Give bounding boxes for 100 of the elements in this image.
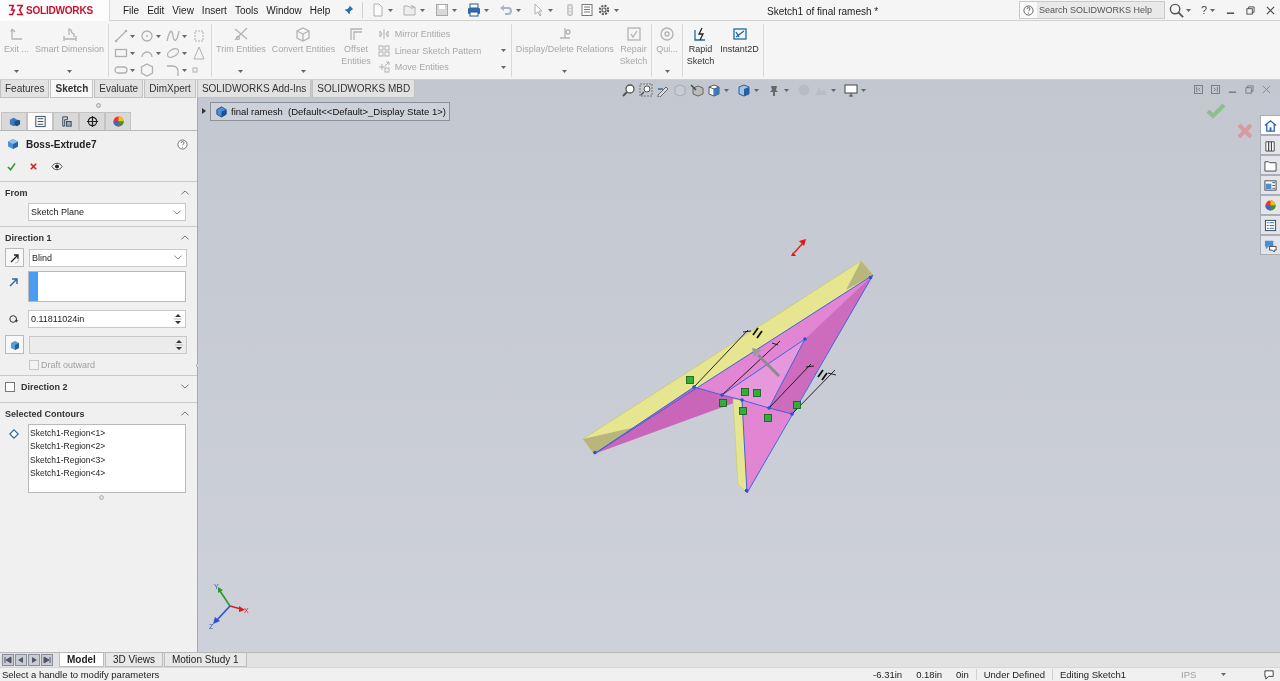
- settings-icon[interactable]: [597, 3, 612, 17]
- menu-item[interactable]: Help: [305, 0, 335, 20]
- caret-icon[interactable]: [130, 34, 136, 38]
- view-cube-icon[interactable]: [707, 83, 721, 97]
- depth-field[interactable]: 0.11811024in: [28, 310, 186, 328]
- caret-icon[interactable]: [831, 88, 836, 92]
- close-icon[interactable]: [1266, 5, 1275, 15]
- menu-item[interactable]: File: [119, 0, 144, 20]
- tag-cube-icon[interactable]: [690, 83, 704, 97]
- menu-item[interactable]: Insert: [197, 0, 231, 20]
- expand-arrow-icon[interactable]: [201, 108, 207, 114]
- pushpin-icon[interactable]: [344, 5, 355, 15]
- ribbon-button[interactable]: Rapid Sketch: [683, 24, 718, 77]
- model-tab[interactable]: Motion Study 1: [163, 653, 247, 667]
- last-arrow-icon[interactable]: [41, 654, 53, 666]
- list-item[interactable]: Sketch1-Region<2>: [30, 440, 184, 454]
- relation-marker-icon[interactable]: [686, 376, 694, 384]
- sketch-point-icon[interactable]: [744, 488, 749, 493]
- panel-left-icon[interactable]: [1194, 85, 1203, 94]
- checkbox[interactable]: [5, 381, 15, 392]
- task-pane-tab[interactable]: [1260, 155, 1280, 175]
- command-tab[interactable]: Features: [0, 80, 50, 98]
- task-pane-tab[interactable]: [1260, 235, 1280, 255]
- command-tab[interactable]: Sketch: [50, 80, 94, 98]
- menu-item[interactable]: Window: [262, 0, 306, 20]
- chat-bubble-icon[interactable]: [1264, 669, 1275, 680]
- caret-icon[interactable]: [861, 88, 866, 92]
- caret-icon[interactable]: [452, 8, 458, 12]
- search-icon[interactable]: [1168, 2, 1184, 18]
- grip-dot-icon[interactable]: [96, 102, 101, 108]
- relation-marker-icon[interactable]: [764, 414, 772, 422]
- chevron-icon[interactable]: [181, 384, 189, 389]
- help-menu-button[interactable]: ?: [1190, 4, 1210, 16]
- shaded-cube-icon[interactable]: [737, 83, 751, 97]
- caret-icon[interactable]: [1210, 8, 1215, 12]
- sketch-point-icon[interactable]: [593, 450, 597, 455]
- panel-right-icon[interactable]: [1211, 85, 1220, 94]
- dimension-line[interactable]: [693, 327, 781, 396]
- command-tab[interactable]: Evaluate: [94, 80, 144, 98]
- caret-icon[interactable]: [1221, 673, 1226, 676]
- caret-icon[interactable]: [156, 51, 162, 55]
- feature-tree-flyout[interactable]: final ramesh (Default<<Default>_Display State 1>): [210, 102, 450, 121]
- relation-marker-icon[interactable]: [719, 399, 727, 407]
- file-properties-icon[interactable]: [580, 3, 595, 17]
- menu-item[interactable]: View: [168, 0, 198, 20]
- task-pane-tab[interactable]: [1260, 215, 1280, 235]
- sketch-point-icon[interactable]: [692, 385, 696, 389]
- manager-tab[interactable]: [53, 112, 79, 130]
- caret-icon[interactable]: [182, 68, 188, 72]
- arrow-handle[interactable]: [791, 239, 806, 256]
- caret-icon[interactable]: [724, 88, 729, 92]
- eye-icon[interactable]: [51, 161, 63, 171]
- relation-marker-icon[interactable]: [739, 407, 747, 415]
- model-tab[interactable]: 3D Views: [104, 653, 163, 667]
- ribbon-button[interactable]: Instant2D: [717, 24, 762, 77]
- sketch-point-icon[interactable]: [740, 398, 744, 402]
- caret-icon[interactable]: [182, 51, 188, 55]
- caret-icon[interactable]: [754, 88, 759, 92]
- chevron-icon[interactable]: [181, 190, 189, 195]
- restore-icon[interactable]: [1245, 85, 1254, 94]
- list-item[interactable]: Sketch1-Region<4>: [30, 466, 184, 481]
- reverse-direction-button[interactable]: [5, 248, 24, 267]
- caret-icon[interactable]: [182, 34, 188, 38]
- help-circle-icon[interactable]: [177, 138, 188, 150]
- model-tab[interactable]: Model: [59, 653, 104, 667]
- caret-icon[interactable]: [388, 8, 394, 12]
- command-tab[interactable]: DimXpert: [144, 80, 196, 98]
- sketch-point-icon[interactable]: [767, 406, 771, 410]
- close-icon[interactable]: [29, 161, 38, 171]
- magnifier-icon[interactable]: [622, 83, 636, 97]
- monitor-icon[interactable]: [844, 83, 858, 97]
- draft-button[interactable]: [5, 335, 24, 354]
- grip-dot-icon[interactable]: [99, 494, 104, 500]
- magnifier-box-icon[interactable]: [639, 83, 653, 97]
- caret-icon[interactable]: [484, 8, 490, 12]
- list-item[interactable]: Sketch1-Region<1>: [30, 427, 184, 441]
- list-item[interactable]: Sketch1-Region<3>: [30, 453, 184, 467]
- sketch-point-icon[interactable]: [868, 275, 873, 280]
- task-pane-tab[interactable]: [1260, 115, 1280, 135]
- spin-arrows-icon[interactable]: [174, 311, 182, 327]
- sketch-point-icon[interactable]: [720, 393, 724, 397]
- manager-tab[interactable]: [27, 112, 53, 130]
- caret-icon[interactable]: [156, 34, 162, 38]
- check-icon[interactable]: [7, 161, 16, 171]
- start-dropdown[interactable]: Sketch Plane: [28, 203, 186, 221]
- selection-list[interactable]: Sketch1-Region<1> Sketch1-Region<2> Sketch1-Region<3> Sketch1-Region<4>: [28, 424, 186, 493]
- end-condition-dropdown[interactable]: Blind: [29, 248, 187, 267]
- first-arrow-icon[interactable]: [2, 654, 14, 666]
- menu-item[interactable]: Edit: [143, 0, 169, 20]
- dimension-line[interactable]: [768, 363, 837, 415]
- printer-icon[interactable]: [467, 3, 482, 17]
- chevron-icon[interactable]: [181, 411, 189, 416]
- caret-icon[interactable]: [614, 8, 620, 12]
- sketch-point-icon[interactable]: [803, 337, 807, 341]
- command-tab[interactable]: SOLIDWORKS Add-Ins: [196, 80, 312, 98]
- caret-icon[interactable]: [420, 8, 426, 12]
- caret-icon[interactable]: [130, 68, 136, 72]
- caret-icon[interactable]: [130, 51, 136, 55]
- caret-icon[interactable]: [1185, 8, 1191, 12]
- task-pane-tab[interactable]: [1260, 135, 1280, 155]
